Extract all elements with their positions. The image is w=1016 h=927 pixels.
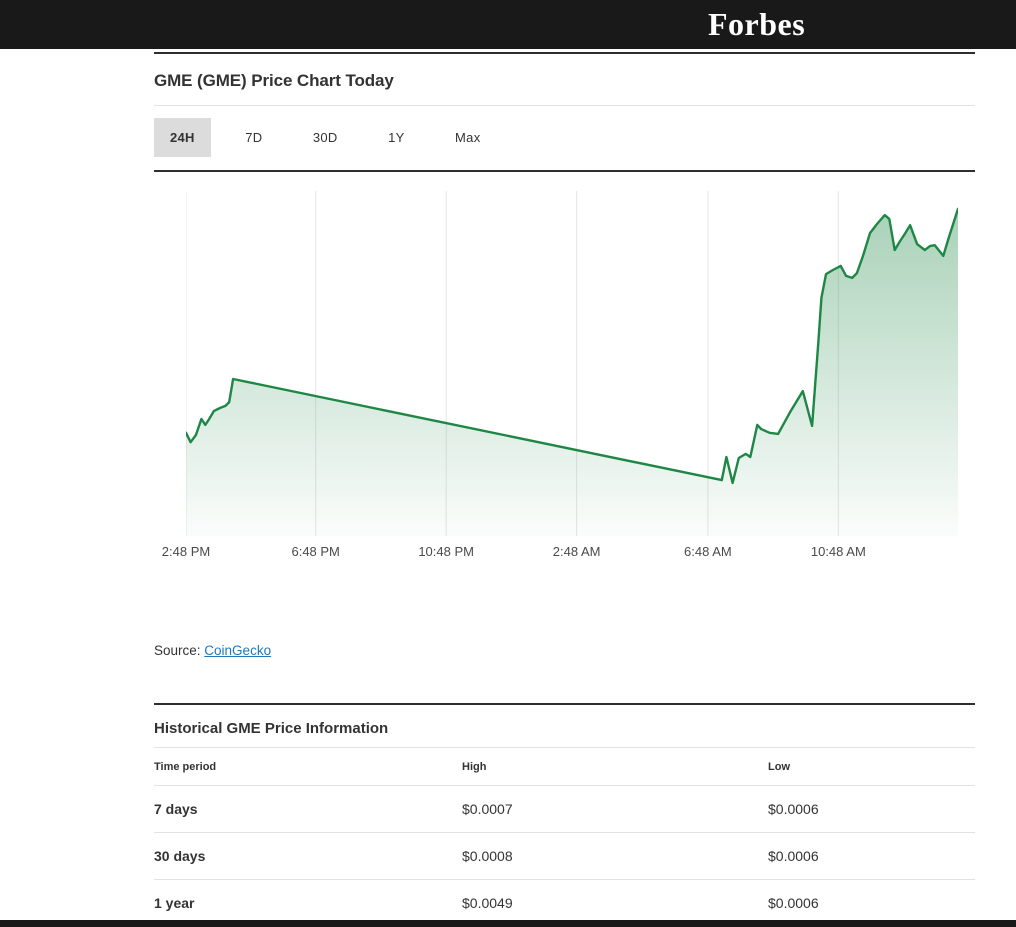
x-axis-label: 6:48 PM bbox=[291, 544, 339, 559]
x-axis-label: 10:48 AM bbox=[811, 544, 866, 559]
low-30-days: $0.0006 bbox=[768, 833, 975, 880]
page-title: GME (GME) Price Chart Today bbox=[154, 54, 975, 106]
period-7-days: 7 days bbox=[154, 786, 462, 833]
historical-title: Historical GME Price Information bbox=[154, 705, 975, 748]
x-axis-label: 10:48 PM bbox=[418, 544, 474, 559]
range-tabs: 24H 7D 30D 1Y Max bbox=[154, 106, 975, 172]
tab-1y[interactable]: 1Y bbox=[372, 118, 421, 157]
source-label: Source: bbox=[154, 643, 201, 658]
table-header-row: Time period High Low bbox=[154, 748, 975, 786]
col-header-high: High bbox=[462, 748, 768, 786]
low-7-days: $0.0006 bbox=[768, 786, 975, 833]
x-axis-labels: 2:48 PM 6:48 PM 10:48 PM 2:48 AM 6:48 AM 10:4… bbox=[154, 544, 975, 560]
price-chart-area: 2:48 PM 6:48 PM 10:48 PM 2:48 AM 6:48 AM 10:4… bbox=[154, 172, 975, 558]
top-nav-bar: Forbes bbox=[0, 0, 1016, 49]
period-30-days: 30 days bbox=[154, 833, 462, 880]
tab-24h[interactable]: 24H bbox=[154, 118, 211, 157]
x-axis-label: 6:48 AM bbox=[684, 544, 732, 559]
main-content: GME (GME) Price Chart Today 24H 7D 30D 1… bbox=[154, 49, 975, 926]
forbes-logo[interactable]: Forbes bbox=[708, 5, 805, 43]
table-row: 30 days $0.0008 $0.0006 bbox=[154, 833, 975, 880]
price-area-fill bbox=[186, 209, 958, 536]
page: Forbes GME (GME) Price Chart Today 24H 7… bbox=[0, 0, 1016, 927]
tab-7d[interactable]: 7D bbox=[229, 118, 278, 157]
high-30-days: $0.0008 bbox=[462, 833, 768, 880]
tab-max[interactable]: Max bbox=[439, 118, 496, 157]
tab-30d[interactable]: 30D bbox=[297, 118, 354, 157]
table-row: 7 days $0.0007 $0.0006 bbox=[154, 786, 975, 833]
bottom-bar bbox=[0, 920, 1016, 927]
coingecko-link[interactable]: CoinGecko bbox=[204, 643, 271, 658]
col-header-time-period: Time period bbox=[154, 748, 462, 786]
x-axis-label: 2:48 PM bbox=[162, 544, 210, 559]
high-7-days: $0.0007 bbox=[462, 786, 768, 833]
price-chart-svg[interactable] bbox=[186, 191, 958, 536]
source-line: Source: CoinGecko bbox=[154, 643, 975, 658]
historical-price-table: Time period High Low 7 days $0.0007 $0.0… bbox=[154, 748, 975, 926]
col-header-low: Low bbox=[768, 748, 975, 786]
x-axis-label: 2:48 AM bbox=[553, 544, 601, 559]
